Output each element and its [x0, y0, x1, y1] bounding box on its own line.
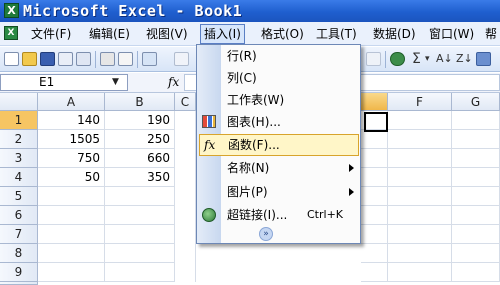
menu-item-shortcut: Ctrl+K	[307, 208, 344, 221]
column-f-cells[interactable]	[388, 111, 452, 282]
row-header-4[interactable]: 4	[0, 168, 38, 187]
column-header-f[interactable]: F	[388, 93, 452, 111]
column-header-c[interactable]: C	[175, 93, 196, 111]
menu-item-label: 列(C)	[227, 71, 257, 85]
sort-ascending-icon[interactable]: A↓	[436, 50, 453, 68]
menu-item-function[interactable]: fx 函数(F)...	[199, 134, 359, 156]
menu-item-label: 工作表(W)	[227, 93, 285, 107]
menu-item-label: 超链接(I)...	[227, 208, 288, 222]
select-all-corner[interactable]	[0, 93, 38, 111]
permission-icon[interactable]	[58, 52, 73, 66]
menu-item-label: 函数(F)...	[228, 138, 280, 152]
menu-view[interactable]: 视图(V)	[143, 24, 191, 44]
menu-edit[interactable]: 编辑(E)	[86, 24, 133, 44]
open-folder-icon[interactable]	[22, 52, 37, 66]
menu-item-hyperlink[interactable]: 超链接(I)... Ctrl+K	[197, 204, 360, 226]
menu-item-label: 图表(H)...	[227, 115, 281, 129]
excel-app-icon[interactable]: X	[4, 3, 19, 18]
submenu-arrow-icon	[349, 188, 354, 196]
menu-item-picture[interactable]: 图片(P)	[197, 181, 360, 203]
cell-a7[interactable]	[38, 225, 105, 244]
spelling-icon[interactable]	[174, 52, 189, 66]
sort-descending-icon[interactable]: Z↓	[456, 50, 473, 68]
menu-item-label: 名称(N)	[227, 161, 270, 175]
name-box[interactable]: E1	[0, 74, 128, 91]
menu-item-label: 图片(P)	[227, 185, 268, 199]
row-header-3[interactable]: 3	[0, 149, 38, 168]
menu-bar: X 文件(F) 编辑(E) 视图(V) 插入(I) 格式(O) 工具(T) 数据…	[0, 22, 500, 46]
new-document-icon[interactable]	[4, 52, 19, 66]
chevron-down-icon[interactable]: ▼	[112, 77, 119, 87]
column-header-e[interactable]	[361, 93, 388, 111]
redo-icon[interactable]	[366, 52, 381, 66]
chart-icon	[202, 115, 216, 128]
cell-b7[interactable]	[105, 225, 175, 244]
expand-menu-chevron-icon[interactable]: »	[259, 227, 273, 241]
chart-wizard-icon[interactable]	[476, 52, 491, 66]
hyperlink-globe-icon[interactable]	[390, 52, 405, 66]
cell-b5[interactable]	[105, 187, 175, 206]
cell-b1[interactable]: 190	[105, 111, 175, 130]
menu-item-worksheet[interactable]: 工作表(W)	[197, 89, 360, 111]
cell-b8[interactable]	[105, 244, 175, 263]
cell-a2[interactable]: 1505	[38, 130, 105, 149]
cell-b2[interactable]: 250	[105, 130, 175, 149]
menu-item-label: 行(R)	[227, 49, 257, 63]
print-preview-icon[interactable]	[118, 52, 133, 66]
cell-a5[interactable]	[38, 187, 105, 206]
menu-data[interactable]: 数据(D)	[370, 24, 419, 44]
workbook-icon[interactable]: X	[4, 26, 18, 40]
insert-menu-dropdown: 行(R) 列(C) 工作表(W) 图表(H)... fx 函数(F)... 名称…	[196, 44, 361, 244]
cell-a3[interactable]: 750	[38, 149, 105, 168]
cell-a6[interactable]	[38, 206, 105, 225]
cell-b4[interactable]: 350	[105, 168, 175, 187]
active-cell-e1[interactable]	[364, 112, 388, 132]
hyperlink-globe-icon	[202, 208, 216, 222]
submenu-arrow-icon	[349, 164, 354, 172]
row-header-5[interactable]: 5	[0, 187, 38, 206]
row-header-1[interactable]: 1	[0, 111, 38, 130]
menu-tools[interactable]: 工具(T)	[313, 24, 360, 44]
function-fx-icon: fx	[204, 138, 216, 152]
column-header-g[interactable]: G	[452, 93, 500, 111]
cell-b9[interactable]	[105, 263, 175, 282]
menu-item-name[interactable]: 名称(N)	[197, 157, 360, 179]
menu-help[interactable]: 帮	[482, 24, 500, 44]
cell-a9[interactable]	[38, 263, 105, 282]
cell-a1[interactable]: 140	[38, 111, 105, 130]
column-c-cells[interactable]	[175, 111, 196, 282]
research-icon[interactable]	[142, 52, 157, 66]
column-header-b[interactable]: B	[105, 93, 175, 111]
row-header-8[interactable]: 8	[0, 244, 38, 263]
column-e-cells[interactable]	[361, 111, 388, 282]
insert-function-icon[interactable]: fx	[168, 74, 179, 91]
toolbar-separator	[95, 51, 96, 68]
cell-a4[interactable]: 50	[38, 168, 105, 187]
menu-file[interactable]: 文件(F)	[28, 24, 74, 44]
email-icon[interactable]	[76, 52, 91, 66]
menu-window[interactable]: 窗口(W)	[426, 24, 477, 44]
column-g-cells[interactable]	[452, 111, 500, 282]
toolbar-separator	[137, 51, 138, 68]
autosum-icon[interactable]: Σ	[412, 50, 421, 68]
menu-item-chart[interactable]: 图表(H)...	[197, 111, 360, 133]
print-icon[interactable]	[100, 52, 115, 66]
autosum-dropdown-icon[interactable]: ▾	[425, 50, 430, 68]
cell-a8[interactable]	[38, 244, 105, 263]
row-header-2[interactable]: 2	[0, 130, 38, 149]
menu-item-column[interactable]: 列(C)	[197, 67, 360, 89]
menu-format[interactable]: 格式(O)	[258, 24, 307, 44]
cell-b3[interactable]: 660	[105, 149, 175, 168]
row-header-6[interactable]: 6	[0, 206, 38, 225]
window-title: Microsoft Excel - Book1	[23, 2, 243, 20]
toolbar-separator	[385, 51, 386, 68]
save-icon[interactable]	[40, 52, 55, 66]
title-bar: X Microsoft Excel - Book1	[0, 0, 500, 22]
menu-insert[interactable]: 插入(I)	[200, 24, 245, 44]
column-header-a[interactable]: A	[38, 93, 105, 111]
row-header-9[interactable]: 9	[0, 263, 38, 282]
menu-item-row[interactable]: 行(R)	[197, 45, 360, 67]
row-header-7[interactable]: 7	[0, 225, 38, 244]
cell-b6[interactable]	[105, 206, 175, 225]
